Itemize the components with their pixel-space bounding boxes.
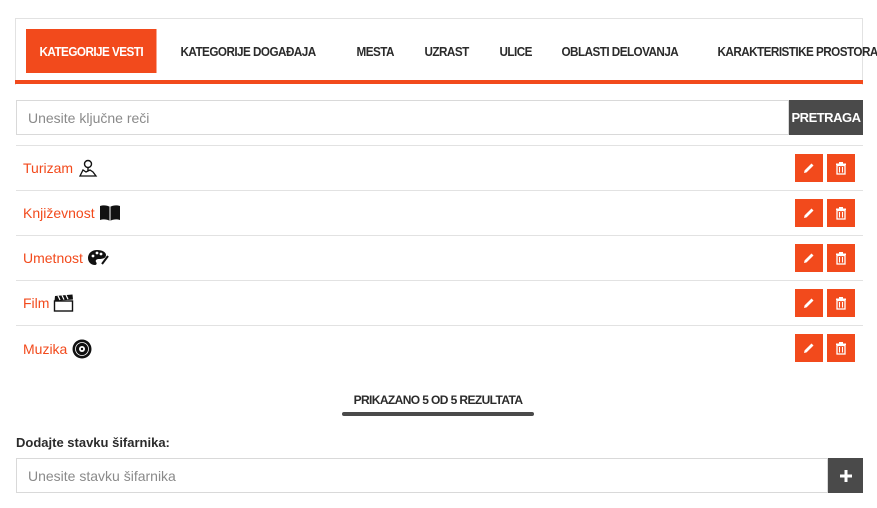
edit-button[interactable] bbox=[795, 289, 823, 317]
item-label[interactable]: Film bbox=[23, 295, 49, 311]
edit-button[interactable] bbox=[795, 199, 823, 227]
list-item: Umetnost bbox=[16, 236, 863, 281]
delete-button[interactable] bbox=[827, 199, 855, 227]
add-item-button[interactable] bbox=[828, 458, 863, 493]
category-tabbar: KATEGORIJE VESTI KATEGORIJE DOGAĐAJA MES… bbox=[15, 18, 877, 85]
tabbar-accent-line bbox=[15, 80, 863, 84]
map-icon bbox=[77, 157, 99, 179]
item-label[interactable]: Turizam bbox=[23, 160, 73, 176]
palette-icon bbox=[87, 247, 109, 269]
edit-button[interactable] bbox=[795, 334, 823, 362]
list-item: Književnost bbox=[16, 191, 863, 236]
tab-kategorije-dogadjaja[interactable]: KATEGORIJE DOGAĐAJA bbox=[167, 29, 329, 73]
search-input[interactable] bbox=[16, 100, 789, 135]
trash-icon bbox=[836, 342, 846, 355]
tab-list: KATEGORIJE VESTI KATEGORIJE DOGAĐAJA MES… bbox=[26, 29, 877, 73]
list-item: Muzika bbox=[16, 326, 863, 371]
delete-button[interactable] bbox=[827, 154, 855, 182]
add-item-label: Dodajte stavku šifarnika: bbox=[16, 435, 170, 450]
results-count: PRIKAZANO 5 OD 5 REZULTATA bbox=[353, 393, 523, 407]
delete-button[interactable] bbox=[827, 244, 855, 272]
edit-button[interactable] bbox=[795, 154, 823, 182]
delete-button[interactable] bbox=[827, 334, 855, 362]
tab-ulice[interactable]: ULICE bbox=[486, 29, 545, 73]
book-icon bbox=[99, 202, 121, 224]
tab-oblasti-delovanja[interactable]: OBLASTI DELOVANJA bbox=[548, 29, 692, 73]
row-actions bbox=[795, 154, 855, 182]
add-item-input[interactable] bbox=[16, 458, 828, 493]
pagination-bar bbox=[342, 412, 534, 416]
pencil-icon bbox=[804, 163, 814, 173]
search-button[interactable]: PRETRAGA bbox=[789, 100, 863, 135]
pencil-icon bbox=[804, 298, 814, 308]
row-actions bbox=[795, 334, 855, 362]
trash-icon bbox=[836, 162, 846, 175]
tab-uzrast[interactable]: UZRAST bbox=[411, 29, 482, 73]
list-item: Turizam bbox=[16, 146, 863, 191]
category-list: Turizam Književnost Umetnost Film Muzika bbox=[16, 145, 863, 371]
tab-kategorije-vesti[interactable]: KATEGORIJE VESTI bbox=[26, 29, 157, 73]
search-bar: PRETRAGA bbox=[16, 100, 863, 135]
pencil-icon bbox=[804, 343, 814, 353]
row-actions bbox=[795, 199, 855, 227]
item-label[interactable]: Književnost bbox=[23, 205, 95, 221]
item-label[interactable]: Umetnost bbox=[23, 250, 83, 266]
clapperboard-icon bbox=[53, 292, 75, 314]
item-label[interactable]: Muzika bbox=[23, 341, 67, 357]
row-actions bbox=[795, 244, 855, 272]
tab-mesta[interactable]: MESTA bbox=[343, 29, 407, 73]
tab-karakteristike-prostora[interactable]: KARAKTERISTIKE PROSTORA bbox=[704, 29, 877, 73]
trash-icon bbox=[836, 297, 846, 310]
trash-icon bbox=[836, 252, 846, 265]
row-actions bbox=[795, 289, 855, 317]
pencil-icon bbox=[804, 253, 814, 263]
pencil-icon bbox=[804, 208, 814, 218]
pagination: PRIKAZANO 5 OD 5 REZULTATA bbox=[340, 393, 536, 416]
edit-button[interactable] bbox=[795, 244, 823, 272]
plus-icon bbox=[839, 469, 852, 482]
add-item-form bbox=[16, 458, 863, 493]
list-item: Film bbox=[16, 281, 863, 326]
vinyl-icon bbox=[71, 338, 93, 360]
trash-icon bbox=[836, 207, 846, 220]
delete-button[interactable] bbox=[827, 289, 855, 317]
